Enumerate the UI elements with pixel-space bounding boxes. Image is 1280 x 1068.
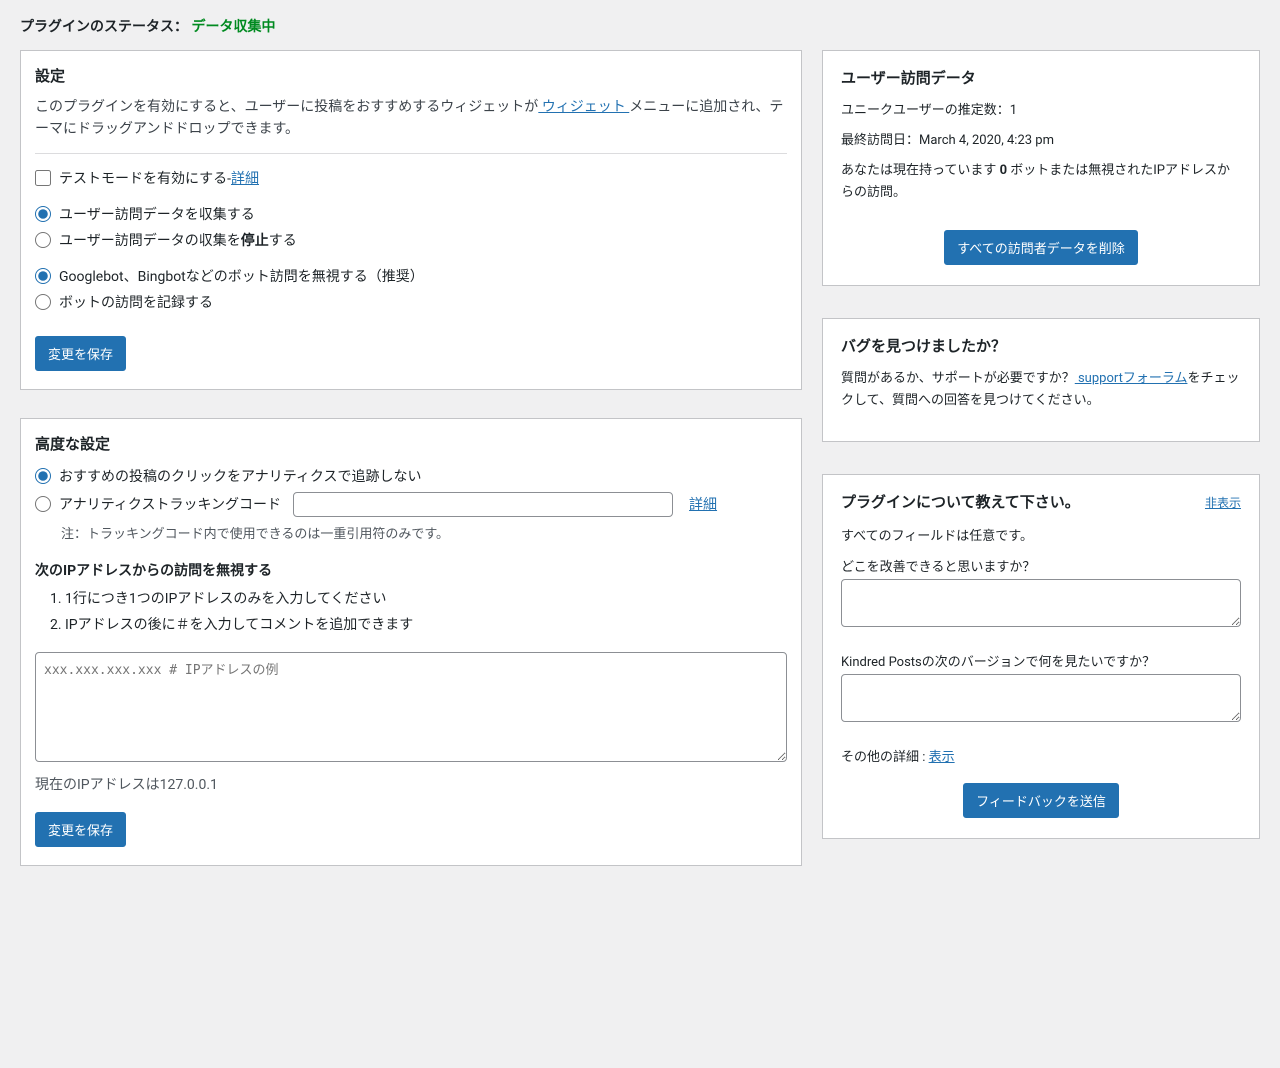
- plugin-status-label: プラグインのステータス：: [20, 19, 188, 35]
- bug-text: 質問があるか、サポートが必要ですか？ supportフォーラムをチェックして、質…: [841, 368, 1241, 412]
- feedback-optional: すべてのフィールドは任意です。: [841, 526, 1241, 548]
- collect-on-label: ユーザー訪問データを収集する: [59, 204, 255, 224]
- bug-title: バグを見つけましたか？: [841, 335, 1241, 356]
- track-note: 注：トラッキングコード内で使用できるのは一重引用符のみです。: [61, 523, 787, 542]
- settings-panel: 設定 このプラグインを有効にすると、ユーザーに投稿をおすすめするウィジェットが …: [20, 50, 802, 390]
- current-ip: 現在のIPアドレスは127.0.0.1: [35, 774, 787, 794]
- settings-title: 設定: [35, 65, 787, 86]
- bot-record-label: ボットの訪問を記録する: [59, 292, 213, 312]
- test-mode-detail-link[interactable]: 詳細: [231, 171, 259, 187]
- bot-record-radio[interactable]: [35, 294, 51, 310]
- bot-ignore-radio[interactable]: [35, 268, 51, 284]
- feedback-panel: プラグインについて教えて下さい。 非表示 すべてのフィールドは任意です。 どこを…: [822, 474, 1260, 839]
- visit-data-title: ユーザー訪問データ: [841, 67, 1241, 88]
- feedback-q2-input[interactable]: [841, 674, 1241, 722]
- feedback-more-link[interactable]: 表示: [929, 750, 955, 765]
- feedback-more-row: その他の詳細 : 表示: [841, 746, 1241, 765]
- unique-users: ユニークユーザーの推定数：1: [841, 100, 1241, 122]
- advanced-panel: 高度な設定 おすすめの投稿のクリックをアナリティクスで追跡しない アナリティクス…: [20, 418, 802, 866]
- track-on-label: アナリティクストラッキングコード: [59, 494, 281, 514]
- plugin-status: プラグインのステータス： データ収集中: [20, 16, 1260, 36]
- feedback-hide-link[interactable]: 非表示: [1205, 494, 1241, 511]
- advanced-title: 高度な設定: [35, 433, 787, 454]
- feedback-title: プラグインについて教えて下さい。: [841, 491, 1080, 512]
- test-mode-checkbox[interactable]: [35, 170, 51, 186]
- feedback-submit-button[interactable]: フィードバックを送信: [963, 783, 1119, 818]
- ip-notes: 1行につき1つのIPアドレスのみを入力してください IPアドレスの後に＃を入力し…: [35, 588, 787, 634]
- tracking-code-input[interactable]: [293, 492, 673, 517]
- widget-link[interactable]: ウィジェット: [538, 99, 629, 115]
- bot-count: あなたは現在持っています 0 ボットまたは無視されたIPアドレスからの訪問。: [841, 160, 1241, 204]
- settings-save-button[interactable]: 変更を保存: [35, 336, 126, 371]
- advanced-save-button[interactable]: 変更を保存: [35, 812, 126, 847]
- track-off-radio[interactable]: [35, 468, 51, 484]
- bot-ignore-label: Googlebot、Bingbotなどのボット訪問を無視する（推奨）: [59, 266, 424, 286]
- ip-note-1: 1行につき1つのIPアドレスのみを入力してください: [65, 588, 787, 608]
- divider: [35, 153, 787, 154]
- collect-on-radio[interactable]: [35, 206, 51, 222]
- delete-visitors-button[interactable]: すべての訪問者データを削除: [944, 230, 1138, 265]
- feedback-q2-label: Kindred Postsの次のバージョンで何を見たいですか？: [841, 651, 1241, 670]
- settings-desc: このプラグインを有効にすると、ユーザーに投稿をおすすめするウィジェットが ウィジ…: [35, 96, 787, 141]
- support-forum-link[interactable]: supportフォーラム: [1075, 371, 1188, 386]
- ignore-ip-heading: 次のIPアドレスからの訪問を無視する: [35, 560, 787, 580]
- last-visit: 最終訪問日：March 4, 2020, 4:23 pm: [841, 130, 1241, 152]
- plugin-status-value: データ収集中: [191, 19, 275, 35]
- track-off-label: おすすめの投稿のクリックをアナリティクスで追跡しない: [59, 466, 421, 486]
- feedback-q1-input[interactable]: [841, 579, 1241, 627]
- feedback-q1-label: どこを改善できると思いますか？: [841, 556, 1241, 575]
- ip-ignore-textarea[interactable]: [35, 652, 787, 762]
- ip-note-2: IPアドレスの後に＃を入力してコメントを追加できます: [65, 614, 787, 634]
- test-mode-label: テストモードを有効にする-詳細: [59, 168, 259, 188]
- bug-panel: バグを見つけましたか？ 質問があるか、サポートが必要ですか？ supportフォ…: [822, 318, 1260, 441]
- track-detail-link[interactable]: 詳細: [689, 494, 717, 514]
- collect-off-label: ユーザー訪問データの収集を停止する: [59, 230, 297, 250]
- track-on-radio[interactable]: [35, 496, 51, 512]
- collect-off-radio[interactable]: [35, 232, 51, 248]
- visit-data-panel: ユーザー訪問データ ユニークユーザーの推定数：1 最終訪問日：March 4, …: [822, 50, 1260, 286]
